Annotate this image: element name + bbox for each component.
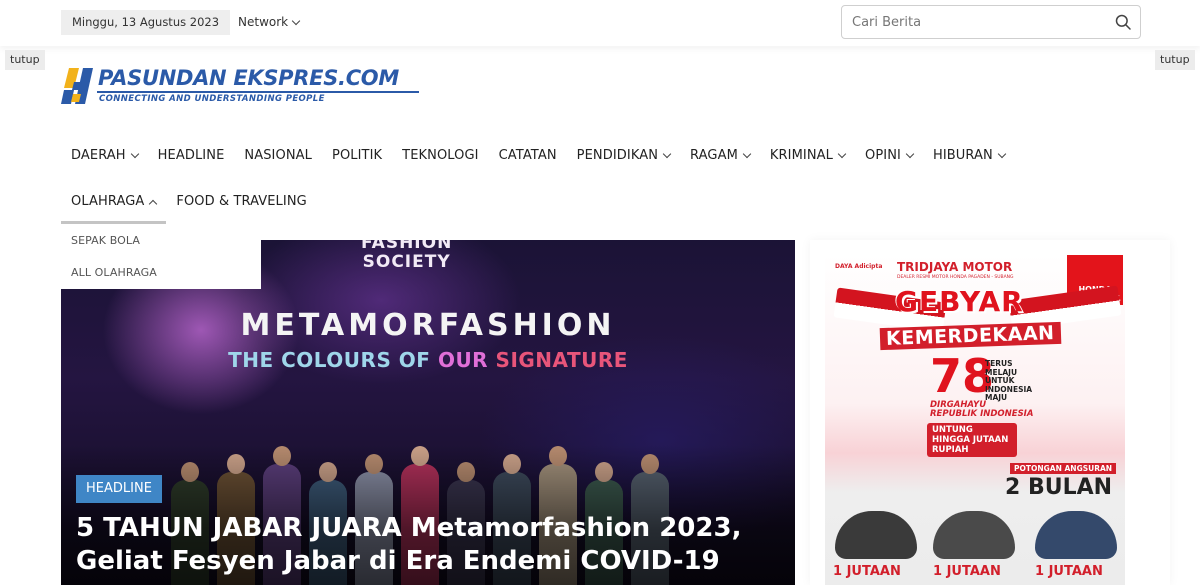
nav-item-ragam[interactable]: RAGAM	[680, 140, 760, 172]
close-right-banner-button[interactable]: tutup	[1155, 50, 1195, 70]
nav-item-kriminal[interactable]: KRIMINAL	[760, 140, 855, 172]
ad-offer-price: 1 JUTAAN	[1035, 564, 1103, 579]
search-input[interactable]	[842, 6, 1092, 38]
nav-item-daerah[interactable]: DAERAH	[61, 140, 148, 172]
chevron-down-icon	[742, 149, 752, 159]
nav-item-label: RAGAM	[690, 148, 738, 163]
hero-image-brand: FASHION SOCIETY	[361, 240, 453, 272]
nav-item-nasional[interactable]: NASIONAL	[234, 140, 322, 172]
close-left-banner-button[interactable]: tutup	[5, 50, 45, 70]
nav-item-pendidikan[interactable]: PENDIDIKAN	[567, 140, 680, 172]
ad-dealer-subtitle: DEALER RESMI MOTOR HONDA PAGADEN - SUBAN…	[897, 275, 1014, 280]
nav-item-hiburan[interactable]: HIBURAN	[923, 140, 1015, 172]
ad-motorcycle-genio	[1035, 511, 1117, 559]
ad-promo-label: UNTUNG HINGGA JUTAAN RUPIAH	[927, 423, 1017, 457]
dropdown-item-sepak-bola[interactable]: SEPAK BOLA	[61, 229, 261, 261]
ad-dirgahayu-text: DIRGAHAYU REPUBLIK INDONESIA	[930, 400, 1034, 419]
logo-divider	[97, 91, 419, 93]
network-label: Network	[238, 15, 289, 29]
logo-title: PASUNDAN EKSPRES.COM	[98, 66, 399, 90]
nav-item-catatan[interactable]: CATATAN	[489, 140, 567, 172]
ad-motorcycle-beat	[835, 511, 917, 559]
top-bar: Minggu, 13 Agustus 2023 Network	[0, 0, 1200, 46]
hero-image-subtitle: THE COLOURS OF OUR SIGNATURE	[228, 348, 628, 372]
sidebar-ad-banner[interactable]: DAYA Adicipta TRIDJAYA MOTOR DEALER RESM…	[825, 255, 1125, 585]
nav-item-label: TEKNOLOGI	[402, 148, 479, 163]
nav-item-label: DAERAH	[71, 148, 126, 163]
headline-title[interactable]: 5 TAHUN JABAR JUARA Metamorfashion 2023,…	[76, 512, 776, 578]
dropdown-item-all-olahraga[interactable]: ALL OLAHRAGA	[61, 261, 261, 293]
chevron-down-icon	[130, 149, 139, 159]
nav-item-opini[interactable]: OPINI	[855, 140, 923, 172]
nav-item-label: CATATAN	[498, 148, 557, 163]
nav-item-label: NASIONAL	[244, 148, 312, 163]
nav-row-secondary: OLAHRAGA FOOD & TRAVELING	[61, 186, 317, 224]
nav-item-food-traveling[interactable]: FOOD & TRAVELING	[166, 186, 316, 218]
ad-motorcycle-vario	[933, 511, 1015, 559]
chevron-down-icon	[837, 149, 847, 159]
nav-item-olahraga[interactable]: OLAHRAGA	[61, 186, 167, 224]
nav-item-label: PENDIDIKAN	[576, 148, 659, 163]
category-badge[interactable]: HEADLINE	[76, 475, 162, 503]
nav-item-label: FOOD & TRAVELING	[176, 194, 307, 209]
chevron-down-icon	[662, 149, 672, 159]
chevron-down-icon	[997, 149, 1007, 159]
logo-tagline: CONNECTING AND UNDERSTANDING PEOPLE	[99, 94, 325, 104]
ad-partner-logo: DAYA Adicipta	[835, 263, 883, 270]
chevron-down-icon	[291, 16, 301, 25]
olahraga-dropdown-menu: SEPAK BOLA ALL OLAHRAGA	[61, 225, 261, 289]
ad-potongan-label: POTONGAN ANGSURAN	[1010, 463, 1117, 474]
nav-row-primary: DAERAH HEADLINE NASIONAL POLITIK TEKNOLOGI CA…	[61, 140, 1061, 172]
nav-item-headline[interactable]: HEADLINE	[148, 140, 235, 172]
nav-item-label: KRIMINAL	[769, 148, 834, 163]
ad-offer-price: 1 JUTAAN	[833, 564, 901, 579]
ad-dealer-name: TRIDJAYA MOTOR	[897, 260, 1013, 274]
current-date: Minggu, 13 Agustus 2023	[61, 10, 230, 35]
nav-item-label: HEADLINE	[157, 148, 225, 163]
main-navigation: DAERAH HEADLINE NASIONAL POLITIK TEKNOLOGI CA…	[61, 140, 1061, 224]
nav-item-teknologi[interactable]: TEKNOLOGI	[392, 140, 488, 172]
nav-item-label: OPINI	[865, 148, 901, 163]
nav-item-label: POLITIK	[332, 148, 383, 163]
ad-headline-gebyar: GEBYAR	[895, 285, 1024, 318]
nav-item-label: HIBURAN	[932, 148, 993, 163]
chevron-down-icon	[905, 149, 915, 159]
ad-anniversary-text: TERUS MELAJU UNTUK INDONESIA MAJU	[985, 359, 1033, 402]
logo-mark-icon	[61, 68, 93, 104]
nav-item-politik[interactable]: POLITIK	[322, 140, 392, 172]
search-box	[841, 5, 1141, 39]
chevron-up-icon	[149, 199, 158, 208]
nav-item-label: OLAHRAGA	[71, 194, 145, 209]
ad-offer-price: 1 JUTAAN	[933, 564, 1001, 579]
hero-image-event-title: METAMORFASHION	[240, 308, 616, 343]
site-logo[interactable]: PASUNDAN EKSPRES.COM CONNECTING AND UNDE…	[61, 64, 421, 108]
network-dropdown[interactable]: Network	[238, 10, 301, 35]
ad-potongan-value: 2 BULAN	[1005, 475, 1113, 500]
search-icon[interactable]	[1115, 14, 1131, 30]
